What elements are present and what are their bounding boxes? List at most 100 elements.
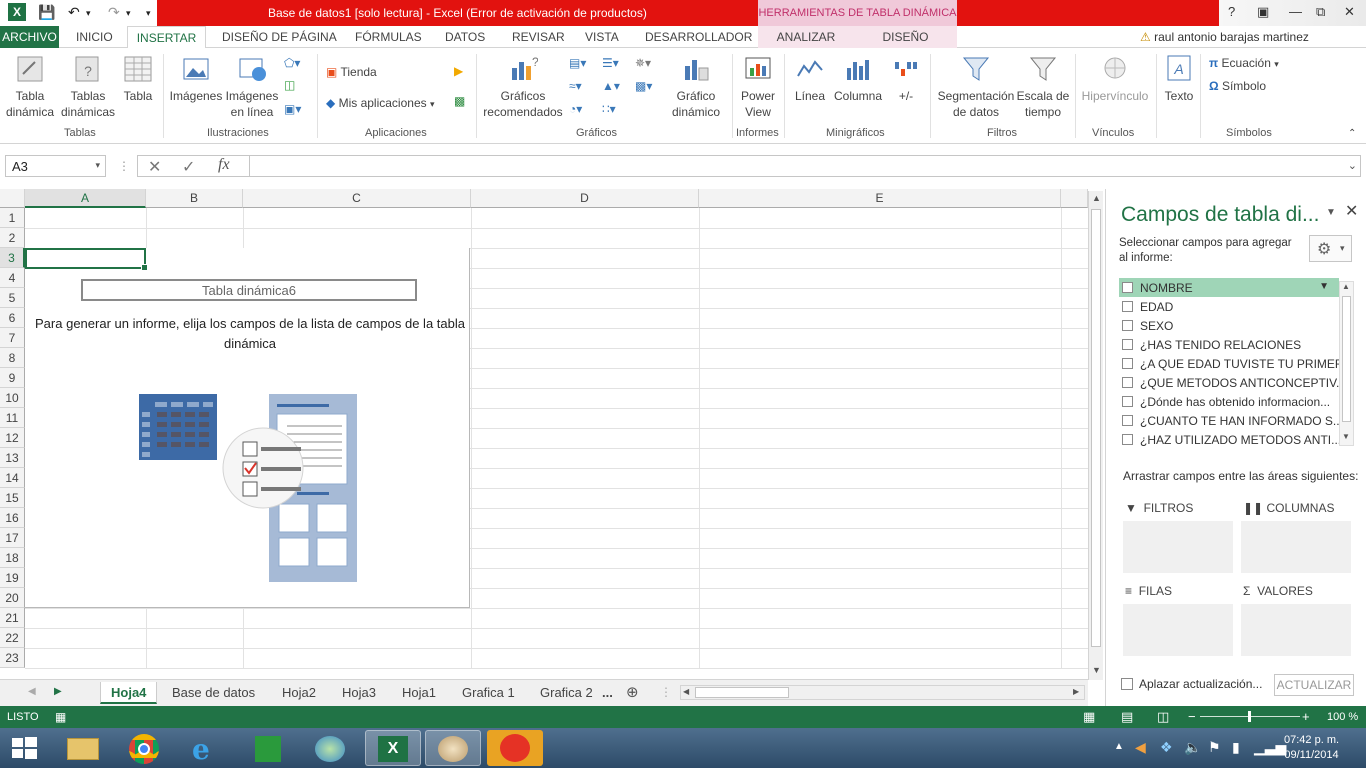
area-chart-icon[interactable]: ▲▾ (602, 79, 620, 93)
filters-area[interactable]: ▼ FILTROS (1123, 501, 1235, 573)
table-button[interactable]: Tabla (120, 54, 156, 104)
values-drop-zone[interactable] (1241, 604, 1351, 656)
radar-chart-icon[interactable]: ✵▾ (635, 56, 651, 70)
column-header-b[interactable]: B (146, 189, 243, 208)
zoom-slider-thumb[interactable] (1248, 711, 1251, 722)
field-checkbox[interactable] (1122, 320, 1133, 331)
split-handle-icon[interactable]: ⋮ (660, 685, 672, 699)
cancel-icon[interactable]: ✕ (148, 157, 161, 177)
recommended-pivot-button[interactable]: ? Tablas dinámicas (60, 54, 116, 120)
sheet-tab-hoja4[interactable]: Hoja4 (100, 682, 158, 704)
close-icon[interactable]: ✕ (1344, 4, 1355, 20)
column-header-c[interactable]: C (243, 189, 471, 208)
column-header-a[interactable]: A (25, 189, 146, 208)
slicer-button[interactable]: Segmentación de datos (936, 54, 1016, 120)
more-sheets-button[interactable]: ... (592, 682, 623, 704)
field-checkbox[interactable] (1122, 339, 1133, 350)
row-header-17[interactable]: 17 (0, 528, 25, 548)
defer-update-checkbox[interactable]: Aplazar actualización... (1121, 677, 1262, 691)
select-all-corner[interactable] (0, 189, 25, 208)
sparkline-column-button[interactable]: Columna (830, 54, 886, 104)
field-checkbox[interactable] (1122, 415, 1133, 426)
store-button[interactable]: ▣ Tienda (326, 65, 377, 79)
row-header-2[interactable]: 2 (0, 228, 25, 248)
scroll-right-icon[interactable]: ▶ (1073, 687, 1079, 696)
dropbox-icon[interactable]: ❖ (1160, 739, 1173, 756)
power-view-button[interactable]: Power View (736, 54, 780, 120)
field-item[interactable]: ¿HAZ UTILIZADO METODOS ANTI... (1119, 430, 1339, 449)
tab-analizar[interactable]: ANALIZAR (758, 26, 854, 48)
column-header-f[interactable] (1061, 189, 1088, 208)
columns-area[interactable]: ❚❚ COLUMNAS (1241, 501, 1353, 573)
tab-inicio[interactable]: INICIO (76, 26, 113, 48)
help-icon[interactable]: ? (1228, 4, 1235, 19)
row-header-8[interactable]: 8 (0, 348, 25, 368)
scatter-chart-icon[interactable]: ∷▾ (602, 102, 616, 116)
online-images-button[interactable]: Imágenes en línea (224, 54, 280, 120)
scroll-up-icon[interactable]: ▲ (1092, 193, 1101, 203)
prev-sheet-icon[interactable]: ◀ (28, 686, 36, 697)
sheet-tab-base-de-datos[interactable]: Base de datos (162, 682, 265, 704)
row-header-14[interactable]: 14 (0, 468, 25, 488)
excel-taskbar-icon[interactable]: X (365, 730, 421, 766)
insert-function-icon[interactable]: fx (218, 156, 230, 174)
row-header-5[interactable]: 5 (0, 288, 25, 308)
row-header-15[interactable]: 15 (0, 488, 25, 508)
redo-dropdown-icon[interactable]: ▾ (126, 8, 131, 19)
show-hidden-icons-icon[interactable]: ▲ (1114, 741, 1124, 752)
horizontal-scrollbar[interactable]: ◀ ▶ (680, 685, 1085, 700)
row-header-21[interactable]: 21 (0, 608, 25, 628)
field-settings-button[interactable]: ⚙ ▾ (1309, 235, 1352, 262)
stock-chart-icon[interactable]: ▩▾ (635, 79, 652, 93)
page-layout-icon[interactable]: ▤ (1121, 709, 1133, 725)
close-pane-icon[interactable]: ✕ (1345, 201, 1358, 221)
filters-drop-zone[interactable] (1123, 521, 1233, 573)
messenger-taskbar-icon[interactable] (487, 730, 543, 766)
tab-diseno-pagina[interactable]: DISEÑO DE PÁGINA (222, 26, 337, 48)
my-apps-button[interactable]: ◆ Mis aplicaciones ▾ (326, 96, 435, 110)
text-button[interactable]: A Texto (1160, 54, 1198, 104)
formula-input[interactable]: ⌄ (249, 155, 1361, 177)
shapes-icon[interactable]: ⬠▾ (284, 56, 300, 70)
column-header-d[interactable]: D (471, 189, 699, 208)
field-list-scroll-thumb[interactable] (1342, 296, 1351, 422)
next-sheet-icon[interactable]: ▶ (54, 686, 62, 697)
columns-drop-zone[interactable] (1241, 521, 1351, 573)
field-item[interactable]: ¿HAS TENIDO RELACIONES (1119, 335, 1339, 354)
paint-taskbar-icon[interactable] (425, 730, 481, 766)
scroll-left-icon[interactable]: ◀ (683, 687, 689, 696)
row-header-22[interactable]: 22 (0, 628, 25, 648)
screenshot-icon[interactable]: ▣▾ (284, 102, 301, 116)
pivot-table-button[interactable]: Tabla dinámica (4, 54, 56, 120)
pie-chart-icon[interactable]: ◔▾ (569, 102, 582, 116)
field-item[interactable]: ¿CUANTO TE HAN INFORMADO S... (1119, 411, 1339, 430)
symbol-button[interactable]: Ω Símbolo (1209, 79, 1266, 93)
field-checkbox[interactable] (1122, 396, 1133, 407)
update-button[interactable]: ACTUALIZAR (1274, 674, 1354, 696)
zoom-out-icon[interactable]: − (1188, 709, 1196, 724)
save-icon[interactable]: 💾 (38, 4, 55, 21)
values-area[interactable]: Σ VALORES (1241, 584, 1353, 656)
undo-icon[interactable]: ↶ (68, 4, 80, 21)
field-item[interactable]: ¿Dónde has obtenido informacion... (1119, 392, 1339, 411)
row-header-3[interactable]: 3 (0, 248, 25, 268)
row-header-4[interactable]: 4 (0, 268, 25, 288)
normal-view-icon[interactable]: ▦ (1083, 709, 1095, 725)
row-header-12[interactable]: 12 (0, 428, 25, 448)
field-item[interactable]: SEXO (1119, 316, 1339, 335)
redo-icon[interactable]: ↷ (108, 4, 120, 21)
battery-icon[interactable]: ▮ (1232, 739, 1240, 756)
sheet-tab-hoja3[interactable]: Hoja3 (332, 682, 386, 704)
field-checkbox[interactable] (1122, 377, 1133, 388)
tab-desarrollador[interactable]: DESARROLLADOR (645, 26, 752, 48)
vertical-scrollbar[interactable]: ▲ ▼ (1088, 191, 1103, 680)
images-button[interactable]: Imágenes (168, 54, 224, 104)
row-header-7[interactable]: 7 (0, 328, 25, 348)
bar-chart-icon[interactable]: ☰▾ (602, 56, 619, 70)
sheet-tab-hoja1[interactable]: Hoja1 (392, 682, 446, 704)
line-chart-icon[interactable]: ≈▾ (569, 79, 582, 93)
tab-datos[interactable]: DATOS (445, 26, 485, 48)
user-name[interactable]: ⚠ raul antonio barajas martinez (1140, 30, 1309, 44)
sparkline-line-button[interactable]: Línea (790, 54, 830, 104)
rows-area[interactable]: ≡ FILAS (1123, 584, 1235, 656)
